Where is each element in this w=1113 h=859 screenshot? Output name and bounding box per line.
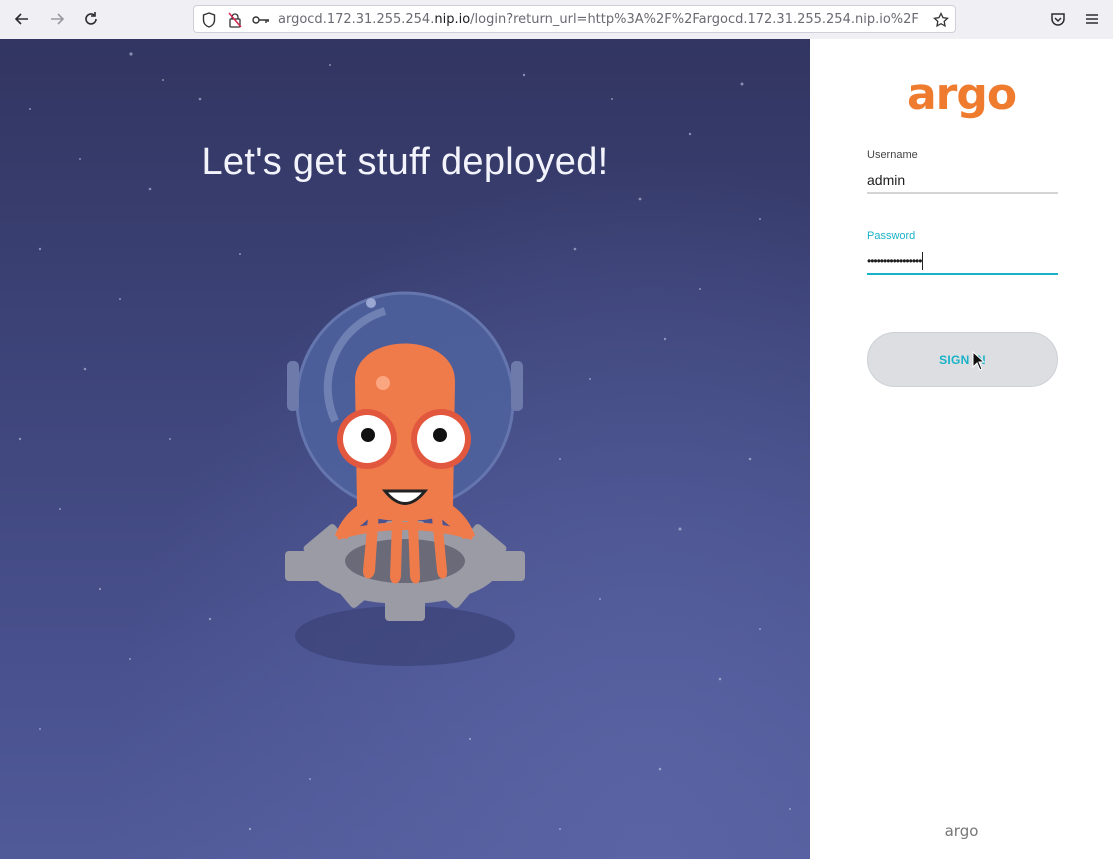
argo-octopus-mascot-icon bbox=[285, 291, 525, 666]
password-label: Password bbox=[867, 230, 916, 242]
menu-icon[interactable] bbox=[1081, 8, 1103, 30]
sign-in-button[interactable]: SIGN IN bbox=[867, 332, 1058, 387]
pocket-icon[interactable] bbox=[1047, 8, 1069, 30]
hero-panel: Let's get stuff deployed! bbox=[0, 39, 810, 859]
bookmark-star-icon[interactable] bbox=[932, 11, 950, 29]
username-underline bbox=[867, 192, 1058, 194]
shield-icon[interactable] bbox=[200, 11, 218, 29]
username-field: Username bbox=[867, 149, 1058, 194]
password-input[interactable]: ••••••••••••••••• bbox=[867, 250, 1058, 272]
password-field: Password ••••••••••••••••• bbox=[867, 230, 1058, 275]
hero-title: Let's get stuff deployed! bbox=[201, 141, 609, 183]
back-icon[interactable] bbox=[11, 8, 33, 30]
username-input[interactable] bbox=[867, 169, 1058, 191]
key-icon[interactable] bbox=[252, 11, 270, 29]
username-label: Username bbox=[867, 149, 918, 161]
insecure-lock-icon[interactable] bbox=[226, 11, 244, 29]
footer-argo-logo: argo bbox=[944, 822, 979, 840]
url-text[interactable]: argocd.172.31.255.254.nip.io/login?retur… bbox=[278, 12, 918, 27]
password-mask: ••••••••••••••••• bbox=[867, 254, 922, 268]
browser-toolbar: argocd.172.31.255.254.nip.io/login?retur… bbox=[0, 0, 1113, 40]
reload-icon[interactable] bbox=[80, 8, 102, 30]
url-suffix: /login?return_url=http%3A%2F%2Fargocd.17… bbox=[470, 12, 918, 27]
url-host: nip.io bbox=[434, 12, 471, 27]
forward-icon[interactable] bbox=[46, 8, 68, 30]
password-underline bbox=[867, 273, 1058, 275]
login-panel: argo Username Password •••••••••••••••••… bbox=[810, 39, 1113, 859]
address-bar[interactable]: argocd.172.31.255.254.nip.io/login?retur… bbox=[193, 5, 956, 33]
mouse-cursor-icon bbox=[972, 351, 986, 371]
url-prefix: argocd.172.31.255.254. bbox=[278, 12, 435, 27]
text-caret bbox=[922, 252, 924, 270]
argo-logo: argo bbox=[906, 69, 1017, 120]
